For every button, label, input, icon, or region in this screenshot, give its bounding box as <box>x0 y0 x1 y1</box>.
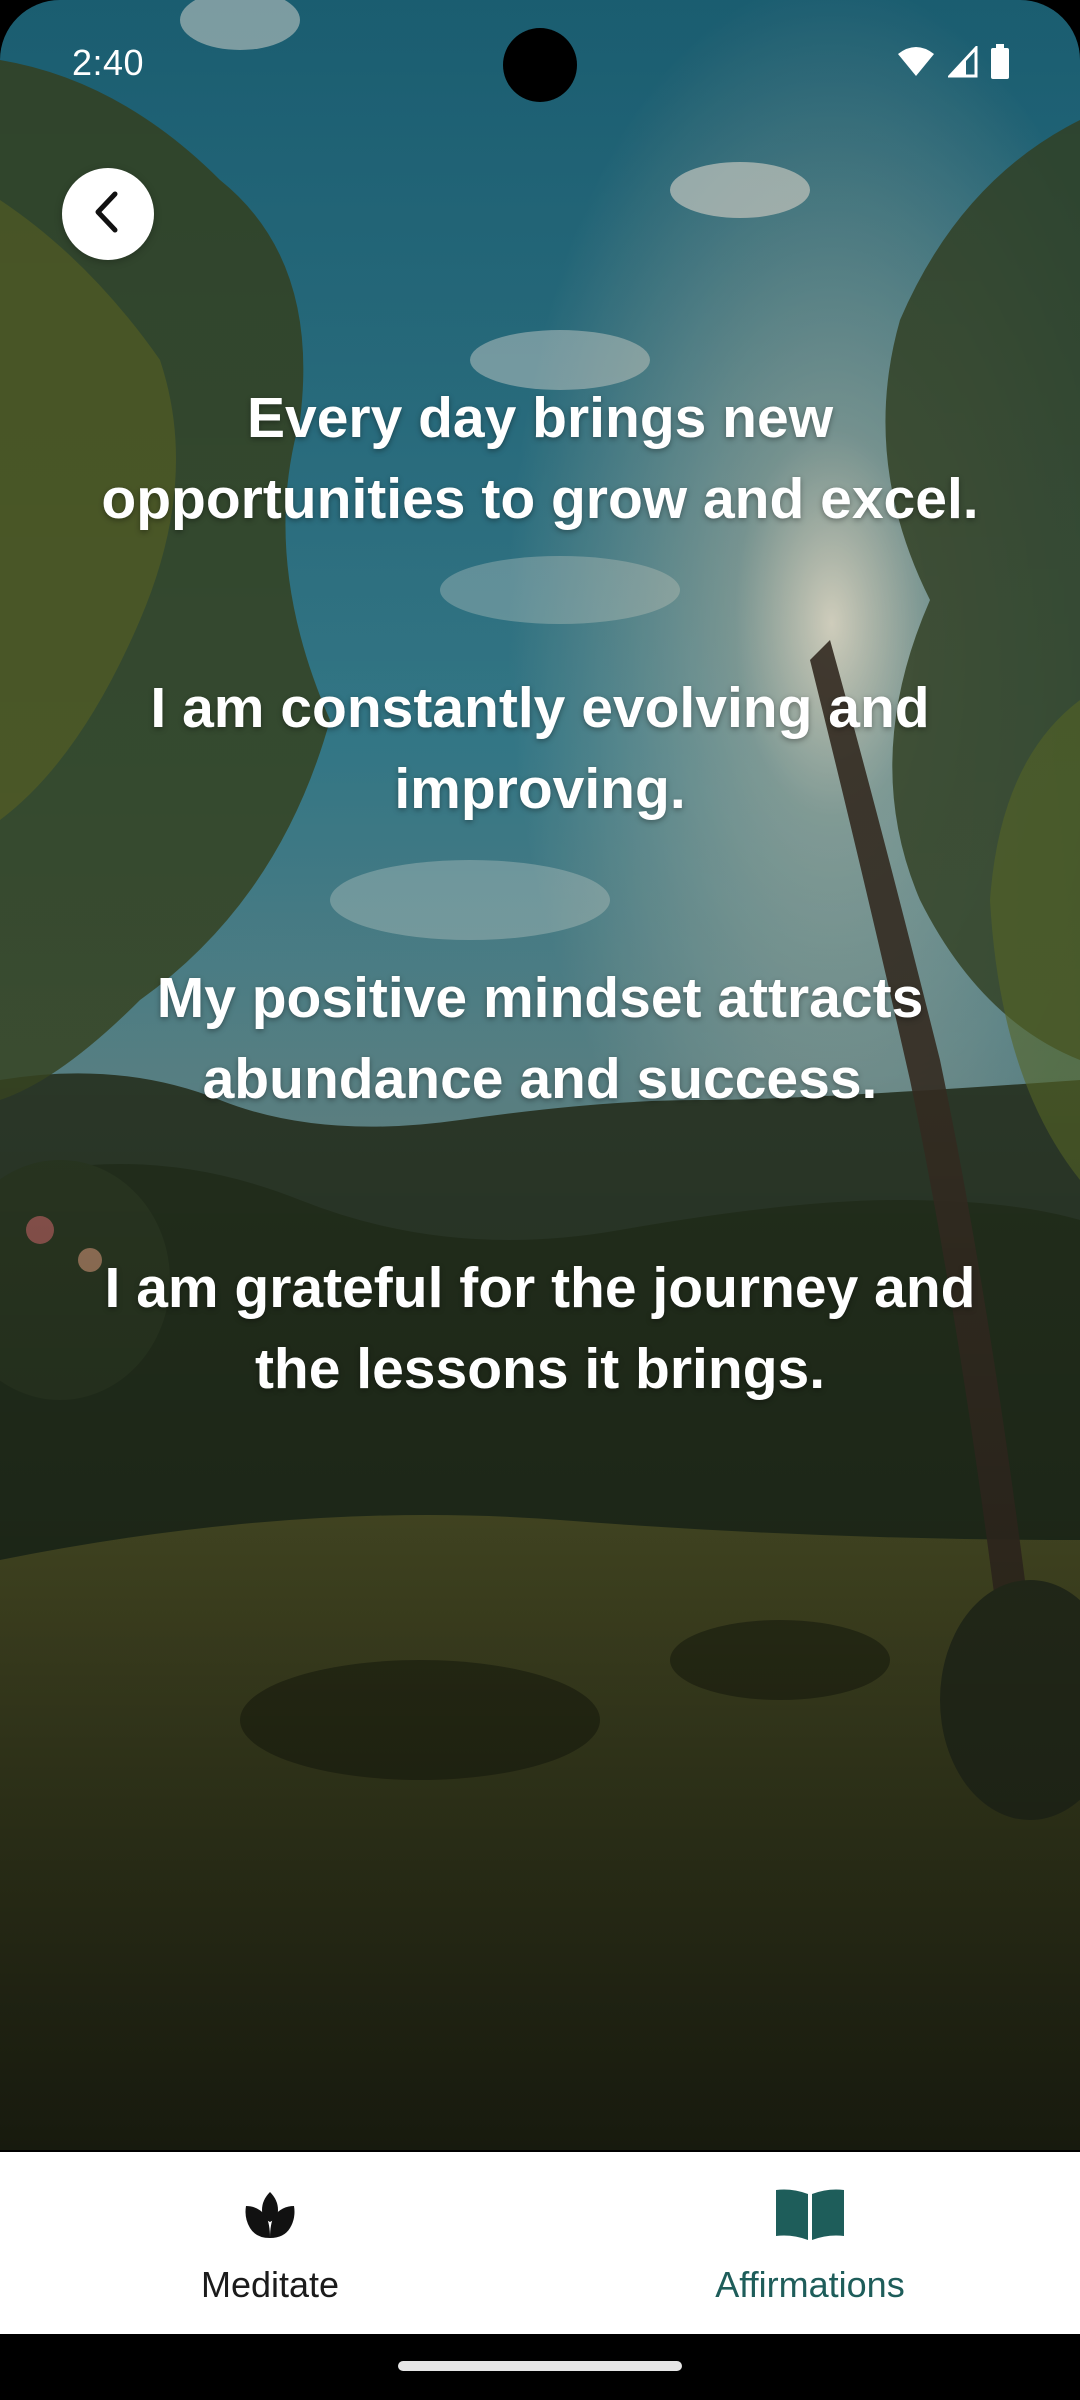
home-indicator[interactable] <box>398 2361 682 2371</box>
nav-label-affirmations: Affirmations <box>715 2264 905 2305</box>
chevron-left-icon <box>88 190 128 239</box>
battery-icon <box>990 44 1010 85</box>
status-time: 2:40 <box>72 42 145 83</box>
camera-cutout <box>503 28 577 102</box>
affirmation-text: I am grateful for the journey and the le… <box>104 1256 976 1401</box>
back-button[interactable] <box>62 168 154 260</box>
affirmation-text: I am constantly evolving and improving. <box>150 676 930 821</box>
open-book-icon <box>774 2178 846 2250</box>
nav-label-meditate: Meditate <box>200 2264 340 2305</box>
affirmation-text: My positive mindset attracts abundance a… <box>156 966 924 1111</box>
nav-item-meditate[interactable]: Meditate <box>0 2152 540 2334</box>
lotus-icon <box>234 2178 306 2250</box>
status-icons <box>896 44 1010 85</box>
affirmations-list: Every day brings new opportunities to gr… <box>60 378 1020 1538</box>
affirmation-text: Every day brings new opportunities to gr… <box>101 386 979 531</box>
cellular-signal-icon <box>946 44 978 83</box>
nav-item-affirmations[interactable]: Affirmations <box>540 2152 1080 2334</box>
bottom-navigation: Meditate Affirmations <box>0 2152 1080 2334</box>
wifi-icon <box>896 46 936 83</box>
status-bar: 2:40 <box>0 0 1080 130</box>
affirmations-screen: 2:40 Every day brings new opportunities … <box>0 0 1080 2400</box>
